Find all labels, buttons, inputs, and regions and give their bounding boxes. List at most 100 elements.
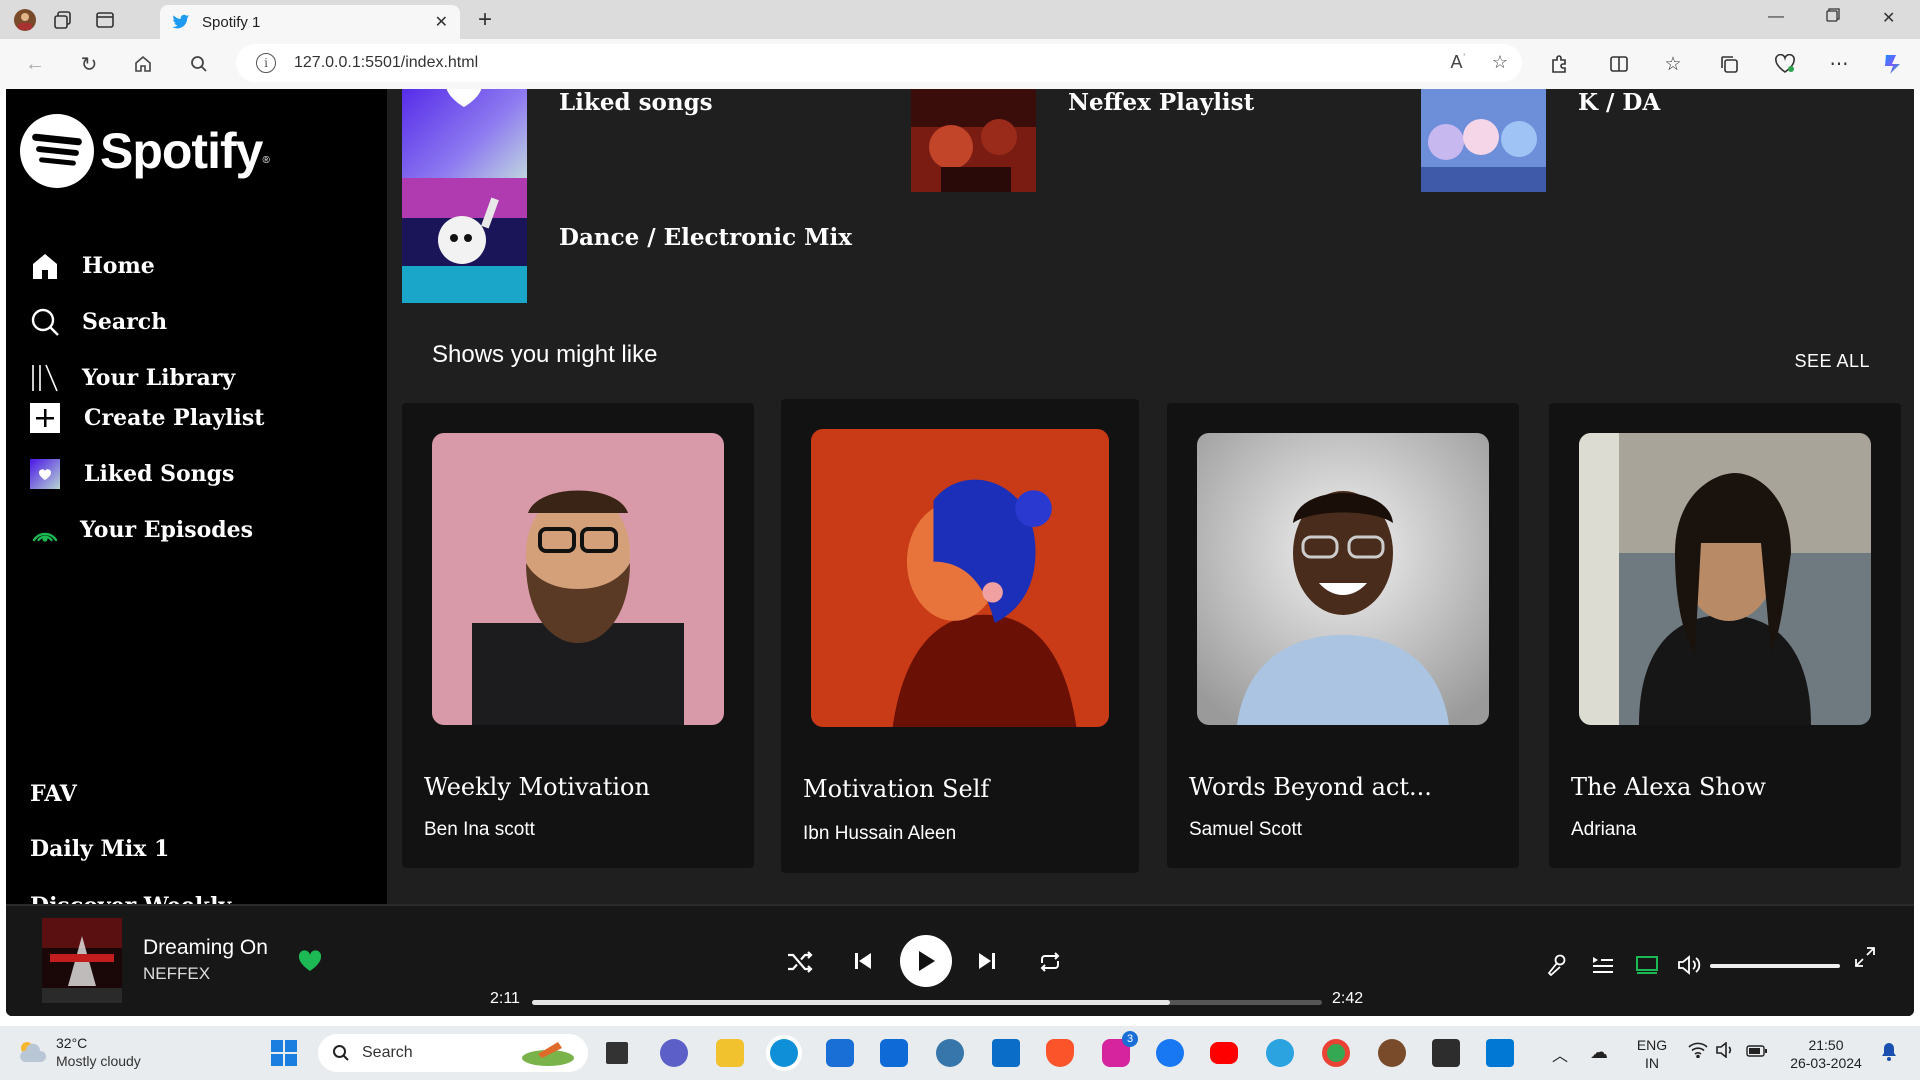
show-cover-weekly-motivation [432, 433, 724, 725]
file-explorer-icon[interactable] [716, 1039, 744, 1067]
now-playing-artist[interactable]: NEFFEX [143, 964, 210, 984]
sidebar-item-liked-songs[interactable]: Liked Songs [28, 457, 234, 491]
next-icon[interactable] [974, 948, 1000, 974]
home-browser-icon[interactable] [130, 51, 156, 77]
profile-avatar-icon[interactable] [12, 7, 38, 33]
windows-start-icon[interactable] [270, 1039, 298, 1072]
favorite-star-icon[interactable]: ☆ [1492, 52, 1508, 73]
repeat-icon[interactable] [1036, 948, 1064, 976]
sidebar-playlist-discover-weekly[interactable]: Discover Weekly [30, 893, 231, 904]
minimize-icon[interactable]: — [1768, 8, 1784, 26]
see-all-link[interactable]: SEE ALL [1794, 351, 1870, 372]
battery-icon[interactable] [1746, 1044, 1768, 1062]
playlist-card-liked-songs[interactable]: Liked songs [402, 89, 713, 192]
onedrive-offline-icon[interactable]: ☁ [1590, 1042, 1608, 1063]
volume-slider[interactable] [1710, 964, 1840, 968]
sidebar-item-your-library[interactable]: Your Library [28, 361, 235, 395]
read-aloud-icon[interactable]: Aʾ [1451, 52, 1466, 73]
new-tab-icon[interactable]: + [478, 6, 492, 34]
taskbar-search[interactable]: Search [318, 1034, 588, 1072]
now-playing-cover[interactable] [42, 918, 122, 1003]
refresh-icon[interactable]: ↻ [76, 51, 102, 77]
show-card-words-beyond[interactable]: Words Beyond act... Samuel Scott [1167, 403, 1519, 868]
play-icon [919, 951, 935, 971]
show-card-weekly-motivation[interactable]: Weekly Motivation Ben Ina scott [402, 403, 754, 868]
python-icon[interactable] [936, 1039, 964, 1067]
notification-bell-icon[interactable] [1880, 1042, 1898, 1067]
favorites-icon[interactable]: ☆ [1660, 51, 1686, 77]
telegram-icon[interactable] [1266, 1039, 1294, 1067]
connect-device-icon[interactable] [1634, 952, 1660, 978]
myhp-icon[interactable] [880, 1039, 908, 1067]
task-view-icon[interactable] [606, 1042, 628, 1064]
close-window-icon[interactable]: ✕ [1882, 8, 1895, 28]
close-tab-icon[interactable]: ✕ [435, 12, 448, 32]
sidebar-item-your-episodes[interactable]: Your Episodes [28, 513, 253, 547]
language-indicator[interactable]: ENG IN [1634, 1036, 1670, 1072]
show-author: Adriana [1571, 819, 1637, 840]
clock[interactable]: 21:50 26-03-2024 [1780, 1036, 1872, 1072]
playlist-card-kda[interactable]: K / DA [1421, 89, 1660, 192]
show-card-alexa-show[interactable]: The Alexa Show Adriana [1549, 403, 1901, 868]
browser-search-icon[interactable] [186, 51, 212, 77]
sidebar-item-label: Search [82, 309, 168, 335]
sidebar-playlist-daily-mix-1[interactable]: Daily Mix 1 [30, 836, 169, 862]
liked-songs-cover [402, 89, 527, 192]
back-icon[interactable]: ← [22, 51, 48, 77]
address-bar[interactable]: i 127.0.0.1:5501/index.html Aʾ ☆ [236, 44, 1522, 82]
copilot-icon[interactable] [1880, 51, 1906, 77]
instagram-icon[interactable]: 3 [1102, 1031, 1138, 1067]
spotify-app: Spotify ® Home Search Your Library Creat… [6, 89, 1914, 1016]
lyrics-mic-icon[interactable] [1544, 952, 1570, 978]
playlist-card-dance-electronic[interactable]: Dance / Electronic Mix [402, 178, 852, 303]
twitter-bird-icon [172, 14, 190, 29]
sidebar-item-search[interactable]: Search [28, 305, 167, 339]
section-title-shows: Shows you might like [432, 341, 658, 368]
teams-chat-icon[interactable] [660, 1039, 688, 1067]
sidebar-item-home[interactable]: Home [28, 249, 155, 283]
cloud-sun-icon [20, 1042, 47, 1062]
sidebar-item-create-playlist[interactable]: Create Playlist [28, 401, 264, 435]
brave-icon[interactable] [1046, 1039, 1074, 1067]
restore-icon[interactable] [1826, 8, 1840, 27]
workspaces-icon[interactable] [50, 7, 76, 33]
queue-icon[interactable] [1590, 952, 1616, 978]
chrome-icon[interactable] [1322, 1039, 1350, 1067]
now-playing-title[interactable]: Dreaming On [143, 936, 268, 960]
collections-icon[interactable] [1716, 51, 1742, 77]
playlist-title: Liked songs [559, 89, 713, 116]
microsoft-store-icon[interactable] [826, 1039, 854, 1067]
more-menu-icon[interactable]: ⋯ [1826, 51, 1852, 77]
progress-bar[interactable] [532, 1000, 1322, 1005]
facebook-icon[interactable] [1156, 1039, 1184, 1067]
spotify-logo[interactable]: Spotify ® [20, 114, 270, 188]
extensions-icon[interactable] [1546, 51, 1572, 77]
vertical-tabs-icon[interactable] [92, 7, 118, 33]
fullscreen-icon[interactable] [1852, 944, 1878, 970]
plus-icon [28, 401, 62, 435]
playlist-card-neffex[interactable]: Neffex Playlist [911, 89, 1254, 192]
tray-chevron-icon[interactable]: ︿ [1552, 1042, 1568, 1066]
spotify-logo-icon [20, 114, 94, 188]
split-screen-icon[interactable] [1606, 51, 1632, 77]
app-profile-icon[interactable] [1378, 1039, 1406, 1067]
like-heart-icon[interactable] [298, 950, 322, 977]
shuffle-icon[interactable] [786, 948, 814, 976]
weather-widget[interactable]: 32°C Mostly cloudy [16, 1034, 141, 1070]
play-button[interactable] [900, 935, 952, 987]
sidebar-playlist-fav[interactable]: FAV [30, 781, 77, 807]
wifi-icon[interactable] [1688, 1042, 1708, 1063]
show-card-motivation-self[interactable]: Motivation Self Ibn Hussain Aleen [781, 399, 1139, 873]
terminal-icon[interactable] [1432, 1039, 1460, 1067]
site-info-icon[interactable]: i [256, 53, 276, 73]
sidebar: Spotify ® Home Search Your Library Creat… [6, 89, 387, 904]
browser-essentials-icon[interactable] [1772, 51, 1798, 77]
vscode-icon[interactable] [1486, 1039, 1514, 1067]
volume-icon[interactable] [1676, 952, 1702, 978]
browser-tab[interactable]: Spotify 1 ✕ [160, 5, 460, 39]
speaker-icon[interactable] [1716, 1041, 1736, 1063]
cortana-icon[interactable] [992, 1039, 1020, 1067]
edge-browser-icon[interactable] [770, 1039, 798, 1067]
youtube-icon[interactable] [1210, 1042, 1238, 1064]
previous-icon[interactable] [850, 948, 876, 974]
